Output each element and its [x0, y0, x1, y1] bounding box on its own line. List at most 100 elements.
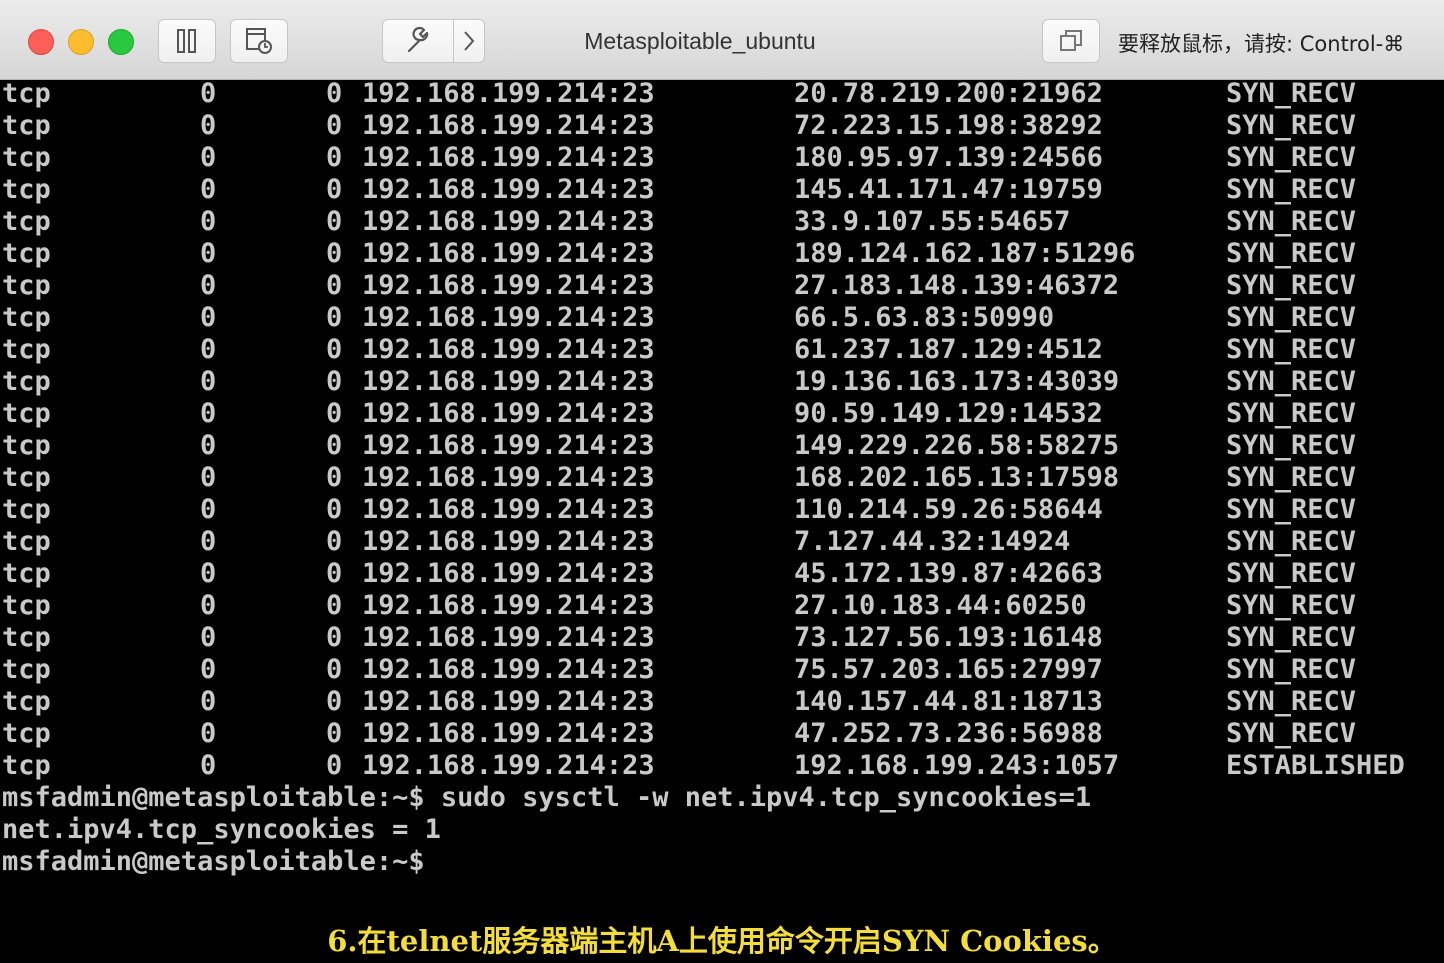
caption: 6.在telnet服务器端主机A上使用命令开启SYN Cookies。 [327, 924, 1117, 958]
send-q-cell: 0 [326, 302, 343, 333]
recv-q-cell: 0 [200, 270, 217, 301]
display-button[interactable] [1042, 19, 1100, 63]
foreign-address-cell: 33.9.107.55:54657 [794, 206, 1071, 237]
recv-q-cell: 0 [200, 334, 217, 365]
proto-cell: tcp [2, 590, 51, 621]
proto-cell: tcp [2, 206, 51, 237]
local-address-cell: 192.168.199.214:23 [362, 366, 655, 397]
local-address-cell: 192.168.199.214:23 [362, 494, 655, 525]
local-address-cell: 192.168.199.214:23 [362, 78, 655, 109]
state-cell: SYN_RECV [1226, 462, 1357, 493]
recv-q-cell: 0 [200, 526, 217, 557]
proto-cell: tcp [2, 174, 51, 205]
proto-cell: tcp [2, 78, 51, 109]
proto-cell: tcp [2, 750, 51, 781]
proto-cell: tcp [2, 142, 51, 173]
send-q-cell: 0 [326, 462, 343, 493]
state-cell: SYN_RECV [1226, 398, 1357, 429]
state-cell: SYN_RECV [1226, 238, 1357, 269]
local-address-cell: 192.168.199.214:23 [362, 206, 655, 237]
proto-cell: tcp [2, 238, 51, 269]
send-q-cell: 0 [326, 238, 343, 269]
send-q-cell: 0 [326, 558, 343, 589]
local-address-cell: 192.168.199.214:23 [362, 398, 655, 429]
recv-q-cell: 0 [200, 174, 217, 205]
send-q-cell: 0 [326, 590, 343, 621]
recv-q-cell: 0 [200, 494, 217, 525]
state-cell: SYN_RECV [1226, 366, 1357, 397]
local-address-cell: 192.168.199.214:23 [362, 302, 655, 333]
state-cell: SYN_RECV [1226, 78, 1357, 109]
recv-q-cell: 0 [200, 366, 217, 397]
recv-q-cell: 0 [200, 430, 217, 461]
foreign-address-cell: 75.57.203.165:27997 [794, 654, 1103, 685]
recv-q-cell: 0 [200, 398, 217, 429]
state-cell: SYN_RECV [1226, 206, 1357, 237]
send-q-cell: 0 [326, 686, 343, 717]
foreign-address-cell: 192.168.199.243:1057 [794, 750, 1120, 781]
proto-cell: tcp [2, 494, 51, 525]
proto-cell: tcp [2, 526, 51, 557]
send-q-cell: 0 [326, 430, 343, 461]
send-q-cell: 0 [326, 622, 343, 653]
minimize-button[interactable] [68, 29, 94, 55]
close-button[interactable] [28, 29, 54, 55]
send-q-cell: 0 [326, 366, 343, 397]
send-q-cell: 0 [326, 174, 343, 205]
proto-cell: tcp [2, 302, 51, 333]
command-output-line: net.ipv4.tcp_syncookies = 1 [2, 814, 441, 845]
state-cell: SYN_RECV [1226, 686, 1357, 717]
foreign-address-cell: 20.78.219.200:21962 [794, 78, 1103, 109]
zoom-button[interactable] [108, 29, 134, 55]
pause-button[interactable] [158, 19, 216, 63]
state-cell: SYN_RECV [1226, 302, 1357, 333]
recv-q-cell: 0 [200, 622, 217, 653]
foreign-address-cell: 27.10.183.44:60250 [794, 590, 1087, 621]
recv-q-cell: 0 [200, 718, 217, 749]
chevron-right-icon [462, 29, 476, 53]
send-q-cell: 0 [326, 526, 343, 557]
send-q-cell: 0 [326, 142, 343, 173]
proto-cell: tcp [2, 270, 51, 301]
local-address-cell: 192.168.199.214:23 [362, 718, 655, 749]
local-address-cell: 192.168.199.214:23 [362, 590, 655, 621]
state-cell: SYN_RECV [1226, 174, 1357, 205]
proto-cell: tcp [2, 398, 51, 429]
recv-q-cell: 0 [200, 558, 217, 589]
foreign-address-cell: 66.5.63.83:50990 [794, 302, 1055, 333]
foreign-address-cell: 47.252.73.236:56988 [794, 718, 1103, 749]
send-q-cell: 0 [326, 334, 343, 365]
recv-q-cell: 0 [200, 78, 217, 109]
foreign-address-cell: 19.136.163.173:43039 [794, 366, 1120, 397]
local-address-cell: 192.168.199.214:23 [362, 142, 655, 173]
local-address-cell: 192.168.199.214:23 [362, 622, 655, 653]
terminal-screen[interactable]: tcp 0 0 192.168.199.214:23 20.78.219.200:219… [2, 78, 1442, 888]
send-q-cell: 0 [326, 110, 343, 141]
state-cell: ESTABLISHED [1226, 750, 1405, 781]
proto-cell: tcp [2, 366, 51, 397]
foreign-address-cell: 27.183.148.139:46372 [794, 270, 1120, 301]
proto-cell: tcp [2, 462, 51, 493]
local-address-cell: 192.168.199.214:23 [362, 462, 655, 493]
snapshot-button[interactable] [230, 19, 288, 63]
proto-cell: tcp [2, 654, 51, 685]
proto-cell: tcp [2, 558, 51, 589]
local-address-cell: 192.168.199.214:23 [362, 238, 655, 269]
foreign-address-cell: 168.202.165.13:17598 [794, 462, 1120, 493]
local-address-cell: 192.168.199.214:23 [362, 430, 655, 461]
recv-q-cell: 0 [200, 686, 217, 717]
send-q-cell: 0 [326, 750, 343, 781]
title-bar: Metasploitable_ubuntu 要释放鼠标，请按: Control-… [0, 0, 1444, 80]
local-address-cell: 192.168.199.214:23 [362, 174, 655, 205]
recv-q-cell: 0 [200, 750, 217, 781]
proto-cell: tcp [2, 110, 51, 141]
shell-prompt-line: msfadmin@metasploitable:~$ sudo sysctl -… [2, 782, 1092, 813]
state-cell: SYN_RECV [1226, 334, 1357, 365]
proto-cell: tcp [2, 622, 51, 653]
recv-q-cell: 0 [200, 206, 217, 237]
foreign-address-cell: 72.223.15.198:38292 [794, 110, 1103, 141]
state-cell: SYN_RECV [1226, 526, 1357, 557]
settings-button[interactable] [382, 19, 454, 63]
local-address-cell: 192.168.199.214:23 [362, 110, 655, 141]
more-button[interactable] [453, 19, 485, 63]
